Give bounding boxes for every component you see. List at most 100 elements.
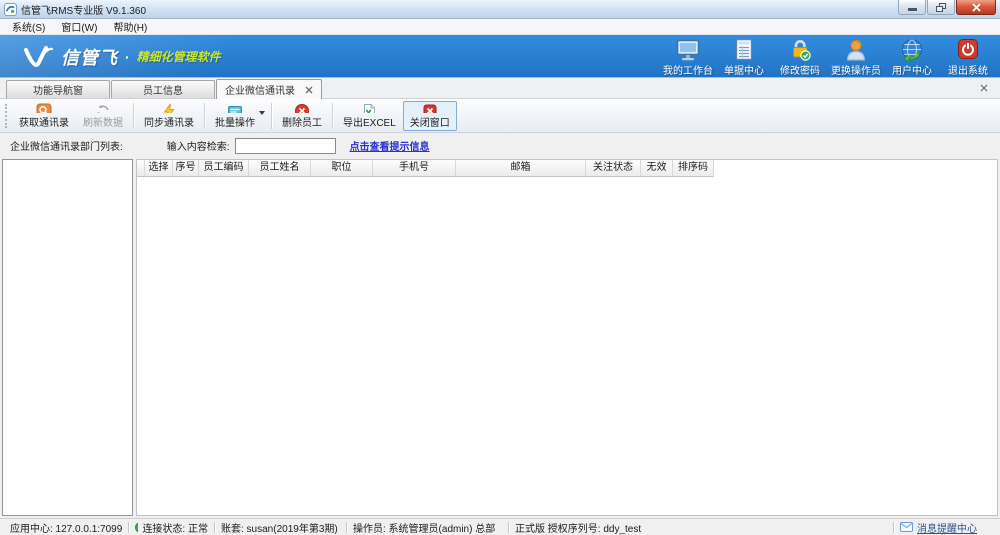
menu-bar: 系统(S) 窗口(W) 帮助(H): [0, 19, 1000, 35]
brand-name: 信管飞: [61, 44, 118, 70]
search-label: 输入内容检索:: [167, 138, 230, 153]
button-label: 批量操作: [215, 114, 255, 129]
window-title: 信管飞RMS专业版 V9.1.360: [21, 2, 146, 17]
action-my-workbench[interactable]: 我的工作台: [660, 37, 716, 77]
delete-employee-icon: [294, 103, 310, 113]
filter-row: 企业微信通讯录部门列表: 输入内容检索: 点击查看提示信息: [0, 133, 1000, 158]
toolbar-separator: [271, 103, 272, 129]
banner-actions: 我的工作台 单据中心 修改密码 更换操作员 用户中心 退出系统: [660, 37, 996, 77]
tab-employee-info[interactable]: 员工信息: [111, 80, 215, 98]
message-envelope-icon: [900, 522, 913, 532]
status-license: 正式版 授权序列号: ddy_test: [509, 520, 893, 535]
header-mobile[interactable]: 手机号: [373, 160, 456, 177]
message-center-link[interactable]: 消息提醒中心: [917, 520, 977, 535]
button-label: 获取通讯录: [19, 114, 69, 129]
action-label: 更换操作员: [831, 62, 881, 77]
menu-system[interactable]: 系统(S): [4, 19, 53, 34]
toolbar-separator: [204, 103, 205, 129]
action-change-password[interactable]: 修改密码: [772, 37, 828, 77]
change-password-lock-icon: [787, 38, 813, 61]
title-bar: 信管飞RMS专业版 V9.1.360: [0, 0, 1000, 19]
action-label: 修改密码: [780, 62, 820, 77]
batch-operation-button[interactable]: 批量操作: [208, 101, 268, 131]
switch-operator-user-icon: [843, 38, 869, 61]
action-label: 用户中心: [892, 62, 932, 77]
action-switch-operator[interactable]: 更换操作员: [828, 37, 884, 77]
button-label: 刷新数据: [83, 114, 123, 129]
status-app-center: 应用中心: 127.0.0.1:7099: [0, 520, 128, 535]
header-banner: 信管飞 · 精细化管理软件 我的工作台 单据中心 修改密码 更换操作员 用户中心…: [0, 35, 1000, 78]
status-operator-text: 操作员: 系统管理员(admin) 总部: [353, 520, 495, 535]
batch-operation-icon: [227, 103, 243, 113]
header-select[interactable]: 选择: [145, 160, 173, 177]
action-label: 我的工作台: [663, 62, 713, 77]
button-label: 关闭窗口: [410, 114, 450, 129]
sync-contacts-button[interactable]: 同步通讯录: [137, 101, 201, 131]
status-bar: 应用中心: 127.0.0.1:7099 连接状态: 正常 账套: susan(…: [0, 518, 1000, 535]
header-invalid[interactable]: 无效: [641, 160, 673, 177]
department-tree-panel[interactable]: [2, 159, 133, 516]
app-logo-icon: [4, 3, 17, 16]
connection-ok-icon: [135, 522, 138, 533]
sync-lightning-icon: [161, 103, 177, 113]
search-input[interactable]: [235, 138, 336, 154]
delete-employee-button[interactable]: 删除员工: [275, 101, 329, 131]
header-email[interactable]: 邮箱: [456, 160, 586, 177]
menu-window[interactable]: 窗口(W): [53, 19, 105, 34]
tab-strip: 功能导航窗 员工信息 企业微信通讯录: [0, 78, 1000, 99]
brand-separator: ·: [125, 49, 130, 65]
button-label: 删除员工: [282, 114, 322, 129]
table-header-row: 选择 序号 员工编码 员工姓名 职位 手机号 邮箱 关注状态 无效 排序码: [137, 160, 997, 177]
header-position[interactable]: 职位: [311, 160, 373, 177]
hint-link[interactable]: 点击查看提示信息: [350, 138, 430, 153]
minimize-button[interactable]: [898, 0, 926, 15]
tab-label: 功能导航窗: [33, 82, 83, 97]
header-employee-name[interactable]: 员工姓名: [249, 160, 311, 177]
menu-help[interactable]: 帮助(H): [105, 19, 155, 34]
fetch-contacts-button[interactable]: 获取通讯录: [12, 101, 76, 131]
minimize-icon: [908, 8, 917, 11]
tabstrip-close-icon[interactable]: [980, 84, 988, 92]
status-connection: 连接状态: 正常: [129, 520, 214, 535]
fetch-contacts-search-icon: [36, 103, 52, 113]
action-user-center[interactable]: 用户中心: [884, 37, 940, 77]
close-window-icon: [422, 103, 438, 113]
tab-function-navigator[interactable]: 功能导航窗: [6, 80, 110, 98]
close-icon: [972, 3, 981, 12]
restore-icon: [936, 3, 947, 12]
header-follow-status[interactable]: 关注状态: [586, 160, 641, 177]
close-button[interactable]: [956, 0, 996, 15]
toolbar-grip[interactable]: [5, 104, 8, 128]
status-app-center-text: 应用中心: 127.0.0.1:7099: [10, 520, 122, 535]
workbench-monitor-icon: [675, 38, 701, 61]
close-window-button[interactable]: 关闭窗口: [403, 101, 457, 131]
brand-area: 信管飞 · 精细化管理软件: [22, 35, 221, 78]
export-excel-button[interactable]: 导出EXCEL: [336, 101, 403, 131]
button-label: 同步通讯录: [144, 114, 194, 129]
refresh-data-button[interactable]: 刷新数据: [76, 101, 130, 131]
workspace: 企业微信通讯录部门列表: 输入内容检索: 点击查看提示信息 选择 序号 员工编码…: [0, 133, 1000, 518]
contacts-table: 选择 序号 员工编码 员工姓名 职位 手机号 邮箱 关注状态 无效 排序码: [136, 159, 998, 516]
exit-power-icon: [955, 38, 981, 61]
status-operator: 操作员: 系统管理员(admin) 总部: [347, 520, 508, 535]
toolbar: 获取通讯录 刷新数据 同步通讯录 批量操作 删除员工 导出EXCEL 关闭窗口: [0, 99, 1000, 133]
status-connection-text: 连接状态: 正常: [142, 520, 208, 535]
tab-close-icon[interactable]: [305, 86, 313, 94]
brand-logo-icon: [22, 44, 54, 70]
refresh-icon: [95, 103, 111, 113]
dropdown-caret-icon[interactable]: [259, 111, 265, 115]
action-exit-system[interactable]: 退出系统: [940, 37, 996, 77]
action-label: 退出系统: [948, 62, 988, 77]
export-excel-icon: [361, 103, 377, 113]
header-employee-code[interactable]: 员工编码: [199, 160, 249, 177]
status-account: 账套: susan(2019年第3期): [215, 520, 346, 535]
tab-wechat-contacts[interactable]: 企业微信通讯录: [216, 79, 322, 99]
header-sort-code[interactable]: 排序码: [673, 160, 714, 177]
action-label: 单据中心: [724, 62, 764, 77]
action-document-center[interactable]: 单据中心: [716, 37, 772, 77]
tab-label: 企业微信通讯录: [225, 82, 295, 97]
status-message-center[interactable]: 消息提醒中心: [894, 520, 1000, 535]
header-index[interactable]: 序号: [173, 160, 199, 177]
restore-button[interactable]: [927, 0, 955, 15]
status-account-text: 账套: susan(2019年第3期): [221, 520, 338, 535]
